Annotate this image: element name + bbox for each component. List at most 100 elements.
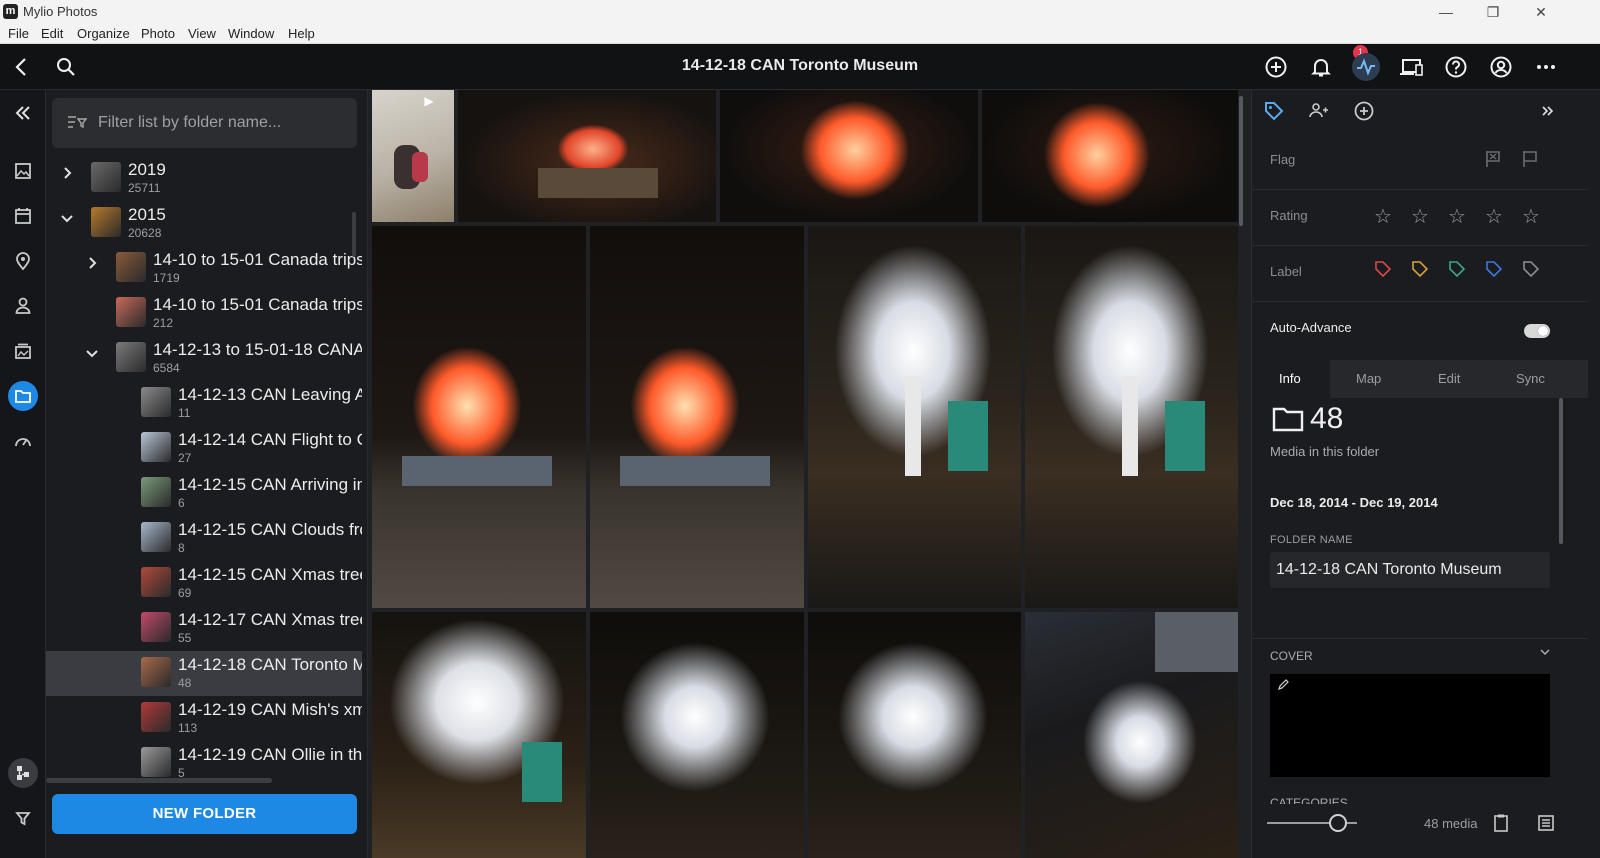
filter-funnel-icon[interactable]: [8, 803, 38, 833]
search-icon[interactable]: [52, 53, 80, 81]
tab-sync[interactable]: Sync: [1516, 371, 1545, 386]
folder-row[interactable]: 14-10 to 15-01 Canada trips 1719: [46, 246, 362, 291]
star-2-icon[interactable]: ☆: [1411, 204, 1429, 229]
thumbnail-size-slider-handle[interactable]: [1329, 814, 1347, 832]
photo-thumbnail[interactable]: [590, 612, 804, 858]
photo-thumbnail[interactable]: [458, 90, 716, 222]
chevron-right-icon[interactable]: [58, 165, 76, 185]
folder-row[interactable]: 14-12-13 CAN Leaving Amsterdam 11: [46, 381, 362, 426]
photo-thumbnail[interactable]: [982, 90, 1238, 222]
menu-window[interactable]: Window: [228, 26, 274, 41]
chevron-down-icon[interactable]: [83, 345, 101, 365]
navigation-rail: [0, 90, 46, 858]
folder-row[interactable]: 14-12-15 CAN Clouds from plane 8: [46, 516, 362, 561]
label-blue-icon[interactable]: [1485, 260, 1503, 278]
folder-count: 6: [178, 496, 185, 510]
auto-advance-toggle[interactable]: [1524, 324, 1550, 338]
albums-icon[interactable]: [8, 336, 38, 366]
tab-edit[interactable]: Edit: [1438, 371, 1460, 386]
label-gray-icon[interactable]: [1522, 260, 1540, 278]
edit-pencil-icon[interactable]: [1276, 678, 1290, 695]
photo-thumbnail[interactable]: [372, 612, 586, 858]
pick-flag-icon[interactable]: [1519, 148, 1541, 175]
photo-thumbnail[interactable]: [372, 226, 586, 608]
hierarchy-view-icon[interactable]: [8, 758, 38, 788]
folder-row[interactable]: 14-12-18 CAN Toronto Museum 48: [46, 651, 362, 696]
menu-organize[interactable]: Organize: [77, 26, 130, 41]
help-icon[interactable]: [1442, 53, 1470, 81]
photo-thumbnail[interactable]: [590, 226, 804, 608]
restore-button[interactable]: ❐: [1470, 1, 1516, 23]
cover-section-header[interactable]: COVER: [1252, 638, 1588, 668]
tab-map[interactable]: Map: [1356, 371, 1381, 386]
tag-icon[interactable]: [1261, 98, 1287, 124]
photo-thumbnail[interactable]: [808, 226, 1021, 608]
star-4-icon[interactable]: ☆: [1485, 204, 1503, 229]
menu-photo[interactable]: Photo: [141, 26, 175, 41]
folder-row[interactable]: 2019 25711: [46, 156, 362, 201]
label-green-icon[interactable]: [1448, 260, 1466, 278]
folders-icon[interactable]: [8, 381, 38, 411]
media-caption: Media in this folder: [1270, 444, 1380, 459]
label-yellow-icon[interactable]: [1411, 260, 1429, 278]
people-icon[interactable]: [8, 291, 38, 321]
folder-row[interactable]: 14-10 to 15-01 Canada trips 212: [46, 291, 362, 336]
account-icon[interactable]: [1487, 53, 1515, 81]
close-button[interactable]: ✕: [1518, 1, 1564, 23]
activity-icon[interactable]: [1352, 53, 1380, 81]
calendar-icon[interactable]: [8, 201, 38, 231]
minimize-button[interactable]: —: [1423, 1, 1469, 23]
photo-grid-scrollbar[interactable]: [1239, 96, 1243, 226]
clipboard-icon[interactable]: [1490, 812, 1512, 834]
folder-count: 11: [178, 406, 191, 420]
folder-row[interactable]: 14-12-15 CAN Arriving in Toronto 6: [46, 471, 362, 516]
new-folder-button[interactable]: NEW FOLDER: [52, 794, 357, 834]
folder-row[interactable]: 2015 20628: [46, 201, 362, 246]
devices-icon[interactable]: [1397, 53, 1425, 81]
label-red-icon[interactable]: [1374, 260, 1392, 278]
star-3-icon[interactable]: ☆: [1448, 204, 1466, 229]
folder-row[interactable]: 14-12-13 to 15-01-18 CANADA 6584: [46, 336, 362, 381]
back-icon[interactable]: [8, 53, 36, 81]
menu-view[interactable]: View: [188, 26, 216, 41]
collapse-panel-icon[interactable]: [8, 98, 38, 128]
menu-help[interactable]: Help: [288, 26, 315, 41]
chevron-down-icon[interactable]: [58, 210, 76, 230]
add-circle-icon[interactable]: [1351, 98, 1377, 124]
reject-flag-icon[interactable]: [1482, 148, 1504, 175]
folder-row[interactable]: 14-12-15 CAN Xmas tree 69: [46, 561, 362, 606]
chevron-right-icon[interactable]: [83, 255, 101, 275]
folder-row[interactable]: 14-12-14 CAN Flight to Canada 27: [46, 426, 362, 471]
photo-thumbnail[interactable]: [808, 612, 1021, 858]
folder-tree-vertical-scrollbar[interactable]: [352, 212, 356, 257]
folder-filter-input[interactable]: [98, 112, 348, 134]
folder-tree-horizontal-scrollbar[interactable]: [46, 778, 272, 783]
list-view-icon[interactable]: [1535, 812, 1557, 834]
dashboard-gauge-icon[interactable]: [8, 426, 38, 456]
folder-row[interactable]: 14-12-19 CAN Mish's xmas 113: [46, 696, 362, 741]
more-options-icon[interactable]: [1532, 53, 1560, 81]
photos-icon[interactable]: [8, 156, 38, 186]
star-5-icon[interactable]: ☆: [1522, 204, 1540, 229]
people-tag-icon[interactable]: [1306, 98, 1332, 124]
cover-image[interactable]: [1270, 674, 1550, 777]
map-pin-icon[interactable]: [8, 246, 38, 276]
photo-thumbnail[interactable]: [1025, 612, 1238, 858]
menu-file[interactable]: File: [8, 26, 29, 41]
folder-name-field[interactable]: [1270, 552, 1550, 588]
folder-row[interactable]: 14-12-17 CAN Xmas tree 55: [46, 606, 362, 651]
photo-thumbnail[interactable]: ▶: [372, 90, 454, 222]
right-panel-scrollbar[interactable]: [1559, 398, 1563, 544]
star-1-icon[interactable]: ☆: [1374, 204, 1392, 229]
folder-name: 14-12-15 CAN Xmas tree: [178, 565, 362, 584]
chevron-down-icon[interactable]: [1538, 645, 1552, 662]
photo-thumbnail[interactable]: [1025, 226, 1238, 608]
add-icon[interactable]: [1262, 53, 1290, 81]
tab-info[interactable]: Info: [1279, 371, 1301, 386]
notifications-bell-icon[interactable]: [1307, 53, 1335, 81]
window-titlebar: m Mylio Photos — ❐ ✕: [0, 0, 1600, 23]
menu-edit[interactable]: Edit: [41, 26, 63, 41]
expand-panel-icon[interactable]: [1534, 98, 1560, 124]
folder-count: 6584: [153, 361, 180, 375]
photo-thumbnail[interactable]: [720, 90, 978, 222]
